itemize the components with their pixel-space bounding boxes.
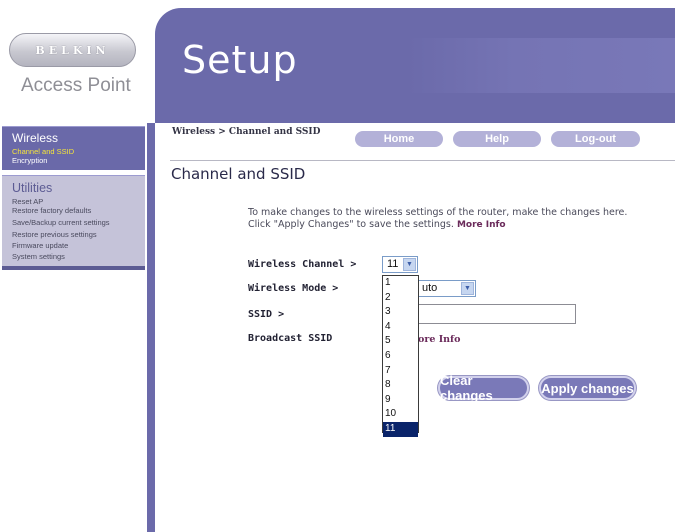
channel-option[interactable]: 3	[383, 305, 418, 320]
help-button[interactable]: Help	[453, 131, 541, 147]
sidebar-section-utilities: Utilities Reset AP Restore factory defau…	[2, 175, 145, 270]
wireless-channel-label: Wireless Channel >	[248, 259, 357, 270]
sidebar-item-channel-and-ssid[interactable]: Channel and SSID	[12, 147, 74, 156]
header-banner: Setup	[155, 8, 675, 123]
channel-option[interactable]: 5	[383, 334, 418, 349]
intro-body: To make changes to the wireless settings…	[248, 207, 628, 230]
more-info-link[interactable]: More Info	[457, 220, 506, 230]
page-header-title: Setup	[182, 38, 298, 82]
channel-option[interactable]: 1	[383, 276, 418, 291]
sidebar-section-wireless: Wireless Channel and SSID Encryption	[2, 126, 145, 170]
broadcast-ssid-label: Broadcast SSID	[248, 333, 333, 344]
channel-option[interactable]: 7	[383, 364, 418, 379]
channel-option[interactable]: 6	[383, 349, 418, 364]
intro-text: To make changes to the wireless settings…	[248, 207, 648, 231]
channel-select-value: 11	[387, 258, 399, 270]
apply-changes-button[interactable]: Apply changes	[539, 376, 636, 400]
channel-option[interactable]: 8	[383, 378, 418, 393]
logo-text: BELKIN	[35, 43, 110, 57]
sidebar-item-system-settings[interactable]: System settings	[12, 252, 65, 261]
logout-button[interactable]: Log-out	[551, 131, 640, 147]
channel-option[interactable]: 4	[383, 320, 418, 335]
channel-option[interactable]: 10	[383, 407, 418, 422]
brand-area: BELKIN Access Point	[0, 0, 155, 123]
sidebar-item-encryption[interactable]: Encryption	[12, 156, 47, 165]
chevron-down-icon[interactable]: ▼	[461, 282, 474, 295]
header-divider	[170, 160, 675, 161]
belkin-logo: BELKIN	[9, 33, 136, 67]
channel-option[interactable]: 11	[383, 421, 418, 437]
channel-option[interactable]: 9	[383, 393, 418, 408]
sidebar-title-wireless[interactable]: Wireless	[12, 131, 58, 145]
ssid-label: SSID >	[248, 309, 285, 320]
divider-strip	[147, 123, 155, 532]
sidebar-item-firmware-update[interactable]: Firmware update	[12, 241, 68, 250]
banner-decoration	[407, 38, 675, 93]
sidebar-item-restore-factory-defaults[interactable]: Restore factory defaults	[12, 206, 91, 215]
wireless-channel-select[interactable]: 11 ▼	[382, 256, 418, 273]
page-title: Channel and SSID	[171, 165, 306, 183]
channel-dropdown-list[interactable]: 1 2 3 4 5 6 7 8 9 10 11	[382, 275, 419, 437]
channel-option[interactable]: 2	[383, 291, 418, 306]
breadcrumb: Wireless > Channel and SSID	[172, 127, 321, 137]
product-name: Access Point	[21, 75, 131, 96]
wireless-mode-label: Wireless Mode >	[248, 283, 339, 294]
ssid-input[interactable]	[418, 304, 576, 324]
mode-select-value: uto	[422, 282, 438, 294]
chevron-down-icon[interactable]: ▼	[403, 258, 416, 271]
broadcast-more-info-link[interactable]: ore Info	[418, 334, 460, 345]
sidebar-item-reset-ap[interactable]: Reset AP	[12, 197, 43, 206]
wireless-mode-select[interactable]: uto ▼	[418, 280, 476, 297]
sidebar: Wireless Channel and SSID Encryption Uti…	[0, 123, 147, 532]
clear-changes-button[interactable]: Clear changes	[438, 373, 529, 403]
home-button[interactable]: Home	[355, 131, 443, 147]
sidebar-title-utilities[interactable]: Utilities	[12, 181, 52, 195]
sidebar-item-restore-previous[interactable]: Restore previous settings	[12, 230, 97, 239]
sidebar-item-save-backup[interactable]: Save/Backup current settings	[12, 218, 110, 227]
